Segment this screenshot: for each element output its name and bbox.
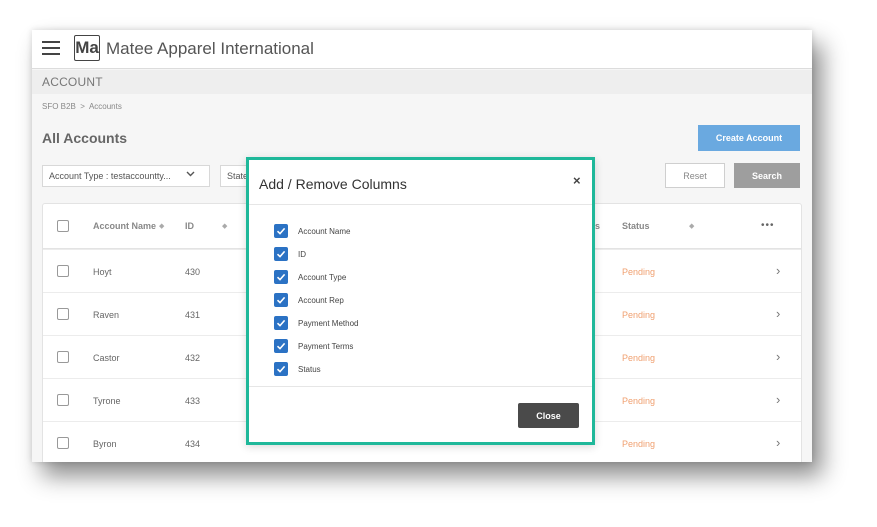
close-icon[interactable]: × xyxy=(573,173,581,188)
account-name-cell: Raven xyxy=(93,310,120,320)
checkbox-checked-icon[interactable] xyxy=(274,247,288,261)
breadcrumb-separator: > xyxy=(80,102,85,111)
column-option-id[interactable]: ID xyxy=(274,247,474,262)
column-header-partial: s xyxy=(595,221,601,231)
column-option-account-name[interactable]: Account Name xyxy=(274,224,474,239)
page-title: All Accounts xyxy=(42,130,128,146)
row-checkbox[interactable] xyxy=(57,394,69,406)
breadcrumb-root[interactable]: SFO B2B xyxy=(42,102,76,111)
id-cell: 434 xyxy=(185,439,201,449)
breadcrumb-current: Accounts xyxy=(88,102,122,111)
row-checkbox[interactable] xyxy=(57,351,69,363)
column-header-status[interactable]: Status xyxy=(622,221,650,231)
account-name-cell: Hoyt xyxy=(93,267,112,277)
column-option-account-type[interactable]: Account Type xyxy=(274,270,474,285)
checkbox-checked-icon[interactable] xyxy=(274,224,288,238)
status-cell: Pending xyxy=(622,267,656,277)
column-option-label: Payment Method xyxy=(298,319,359,328)
row-checkbox[interactable] xyxy=(57,437,69,449)
top-bar: Ma Matee Apparel International xyxy=(32,30,812,69)
checkbox-checked-icon[interactable] xyxy=(274,293,288,307)
chevron-right-icon[interactable]: › xyxy=(776,263,780,278)
app-title: Matee Apparel International xyxy=(106,39,314,58)
app-logo: Ma xyxy=(74,35,100,61)
id-cell: 433 xyxy=(185,396,201,406)
columns-modal: Add / Remove Columns × Account Name ID A… xyxy=(246,157,595,445)
chevron-right-icon[interactable]: › xyxy=(776,435,780,450)
modal-footer-divider xyxy=(249,386,592,387)
checkbox-checked-icon[interactable] xyxy=(274,316,288,330)
section-header: ACCOUNT xyxy=(32,70,812,94)
create-account-button[interactable]: Create Account xyxy=(698,125,800,151)
column-option-label: Account Name xyxy=(298,227,351,236)
chevron-right-icon[interactable]: › xyxy=(776,349,780,364)
modal-title: Add / Remove Columns xyxy=(259,176,407,192)
status-cell: Pending xyxy=(622,310,656,320)
row-checkbox[interactable] xyxy=(57,265,69,277)
column-option-status[interactable]: Status xyxy=(274,362,474,377)
modal-divider xyxy=(249,204,592,205)
id-cell: 430 xyxy=(185,267,201,277)
account-type-filter[interactable]: Account Type : testaccountty... xyxy=(42,165,210,187)
account-name-cell: Castor xyxy=(93,353,120,363)
search-button[interactable]: Search xyxy=(734,163,800,188)
status-cell: Pending xyxy=(622,353,656,363)
column-option-label: Account Rep xyxy=(298,296,344,305)
column-option-account-rep[interactable]: Account Rep xyxy=(274,293,474,308)
sort-icon[interactable]: ◆ xyxy=(689,222,694,230)
account-name-cell: Tyrone xyxy=(93,396,121,406)
chevron-right-icon[interactable]: › xyxy=(776,306,780,321)
status-filter-label: State xyxy=(227,171,249,181)
menu-icon[interactable] xyxy=(42,41,60,55)
status-cell: Pending xyxy=(622,396,656,406)
column-header-id[interactable]: ID xyxy=(185,221,194,231)
close-button[interactable]: Close xyxy=(518,403,579,428)
chevron-right-icon[interactable]: › xyxy=(776,392,780,407)
column-option-label: Payment Terms xyxy=(298,342,354,351)
checkbox-checked-icon[interactable] xyxy=(274,362,288,376)
account-name-cell: Byron xyxy=(93,439,117,449)
reset-button[interactable]: Reset xyxy=(665,163,725,188)
chevron-down-icon xyxy=(186,169,195,180)
column-option-label: Status xyxy=(298,365,321,374)
status-cell: Pending xyxy=(622,439,656,449)
sort-icon[interactable]: ◆ xyxy=(222,222,227,230)
column-option-payment-method[interactable]: Payment Method xyxy=(274,316,474,331)
account-type-filter-label: Account Type : testaccountty... xyxy=(49,171,171,181)
id-cell: 432 xyxy=(185,353,201,363)
row-checkbox[interactable] xyxy=(57,308,69,320)
breadcrumb: SFO B2B > Accounts xyxy=(42,102,122,111)
column-option-payment-terms[interactable]: Payment Terms xyxy=(274,339,474,354)
column-option-label: ID xyxy=(298,250,306,259)
column-header-account-name[interactable]: Account Name xyxy=(93,221,156,231)
sort-icon[interactable]: ◆ xyxy=(159,222,164,230)
more-options-icon[interactable]: ••• xyxy=(761,220,775,231)
section-label: ACCOUNT xyxy=(42,75,103,89)
select-all-checkbox[interactable] xyxy=(57,220,69,232)
checkbox-checked-icon[interactable] xyxy=(274,270,288,284)
column-option-label: Account Type xyxy=(298,273,347,282)
id-cell: 431 xyxy=(185,310,201,320)
checkbox-checked-icon[interactable] xyxy=(274,339,288,353)
